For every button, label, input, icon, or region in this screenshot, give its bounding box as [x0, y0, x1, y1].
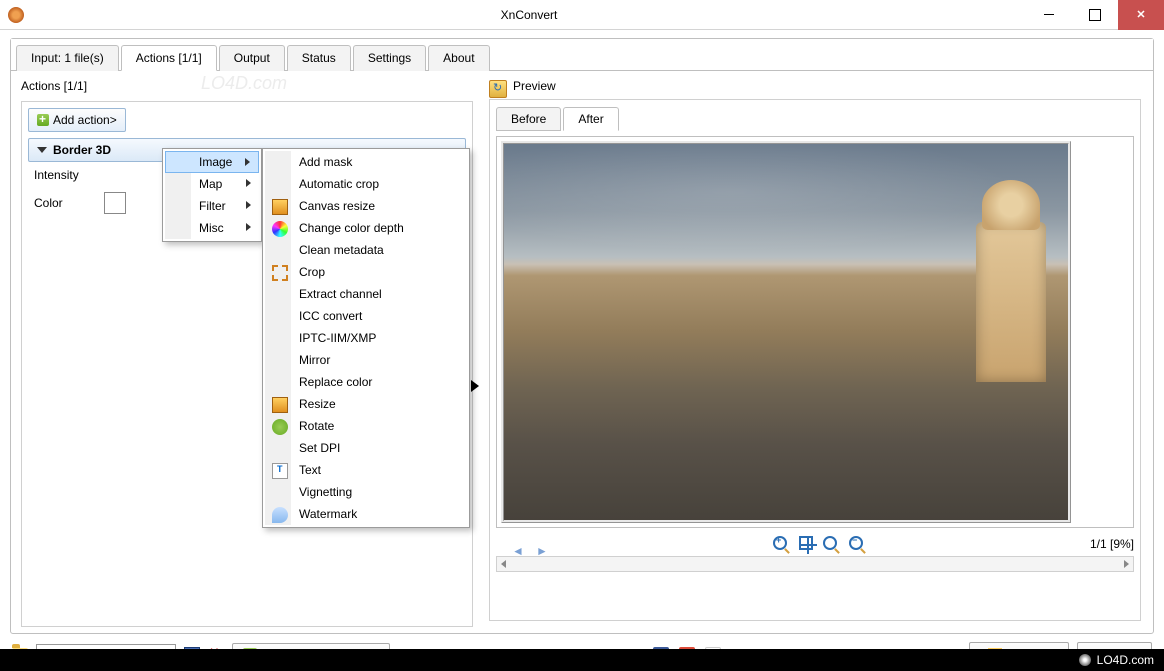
prev-image-icon[interactable] — [502, 536, 520, 552]
close-button[interactable] — [1118, 0, 1164, 30]
maximize-button[interactable] — [1072, 0, 1118, 30]
zoom-in-icon[interactable]: + — [773, 536, 789, 552]
zoom-fit-icon[interactable] — [799, 536, 813, 550]
chevron-right-icon — [246, 201, 251, 209]
menu-misc[interactable]: Misc — [165, 217, 259, 239]
color-label: Color — [34, 196, 94, 210]
mi-automatic-crop[interactable]: Automatic crop — [265, 173, 467, 195]
main-tabs: Input: 1 file(s) Actions [1/1] Output St… — [11, 39, 1153, 71]
chevron-right-icon — [246, 179, 251, 187]
plus-icon — [37, 114, 49, 126]
tab-actions[interactable]: Actions [1/1] — [121, 45, 217, 71]
add-action-button[interactable]: Add action> — [28, 108, 126, 132]
tab-status[interactable]: Status — [287, 45, 351, 71]
watermark-icon — [272, 507, 288, 523]
image-submenu: Add mask Automatic crop Canvas resize Ch… — [262, 148, 470, 528]
crop-icon — [272, 265, 288, 281]
actions-label: Actions [1/1] — [21, 79, 473, 93]
page-info: 1/1 [9%] — [1090, 537, 1134, 551]
mi-extract-channel[interactable]: Extract channel — [265, 283, 467, 305]
preview-image — [501, 141, 1071, 523]
mi-canvas-resize[interactable]: Canvas resize — [265, 195, 467, 217]
minimize-button[interactable] — [1026, 0, 1072, 30]
tab-input[interactable]: Input: 1 file(s) — [16, 45, 119, 71]
current-action-label: Border 3D — [53, 143, 111, 157]
mi-mirror[interactable]: Mirror — [265, 349, 467, 371]
tab-about[interactable]: About — [428, 45, 489, 71]
canvas-resize-icon — [272, 199, 288, 215]
brand-text: LO4D.com — [1097, 653, 1154, 667]
add-action-label: Add action> — [53, 113, 117, 127]
color-picker[interactable] — [104, 192, 126, 214]
refresh-preview-icon[interactable] — [489, 80, 507, 98]
mi-vignetting[interactable]: Vignetting — [265, 481, 467, 503]
mi-text[interactable]: Text — [265, 459, 467, 481]
color-depth-icon — [272, 221, 288, 237]
mi-change-color-depth[interactable]: Change color depth — [265, 217, 467, 239]
preview-image-frame — [496, 136, 1134, 528]
rotate-icon — [272, 419, 288, 435]
brand-dot-icon — [1079, 654, 1091, 666]
mi-resize[interactable]: Resize — [265, 393, 467, 415]
zoom-actual-icon[interactable] — [823, 536, 839, 552]
subtab-before[interactable]: Before — [496, 107, 561, 131]
preview-label: Preview — [513, 79, 556, 93]
main-panel: Input: 1 file(s) Actions [1/1] Output St… — [10, 38, 1154, 634]
mi-iptc[interactable]: IPTC-IIM/XMP — [265, 327, 467, 349]
menu-filter[interactable]: Filter — [165, 195, 259, 217]
window-title: XnConvert — [32, 8, 1026, 22]
app-icon — [8, 7, 24, 23]
mi-rotate[interactable]: Rotate — [265, 415, 467, 437]
mi-clean-metadata[interactable]: Clean metadata — [265, 239, 467, 261]
mi-icc-convert[interactable]: ICC convert — [265, 305, 467, 327]
next-image-icon[interactable] — [528, 536, 548, 552]
chevron-right-icon — [246, 223, 251, 231]
mi-replace-color[interactable]: Replace color — [265, 371, 467, 393]
preview-image-content — [976, 222, 1046, 382]
preview-pane: Preview Before After — [481, 71, 1153, 635]
mi-set-dpi[interactable]: Set DPI — [265, 437, 467, 459]
category-menu: Image Map Filter Misc — [162, 148, 262, 242]
collapse-icon — [37, 147, 47, 153]
intensity-label: Intensity — [34, 168, 94, 182]
horizontal-scrollbar[interactable] — [496, 556, 1134, 572]
menu-map[interactable]: Map — [165, 173, 259, 195]
text-icon — [272, 463, 288, 479]
tab-settings[interactable]: Settings — [353, 45, 426, 71]
titlebar: XnConvert — [0, 0, 1164, 30]
submenu-indicator-icon — [471, 380, 479, 392]
mi-add-mask[interactable]: Add mask — [265, 151, 467, 173]
chevron-right-icon — [245, 158, 250, 166]
menu-image[interactable]: Image — [165, 151, 259, 173]
subtab-after[interactable]: After — [563, 107, 618, 131]
footer-watermark: LO4D.com — [0, 649, 1164, 671]
resize-icon — [272, 397, 288, 413]
tab-output[interactable]: Output — [219, 45, 285, 71]
mi-watermark[interactable]: Watermark — [265, 503, 467, 525]
mi-crop[interactable]: Crop — [265, 261, 467, 283]
zoom-out-icon[interactable]: − — [849, 536, 865, 552]
